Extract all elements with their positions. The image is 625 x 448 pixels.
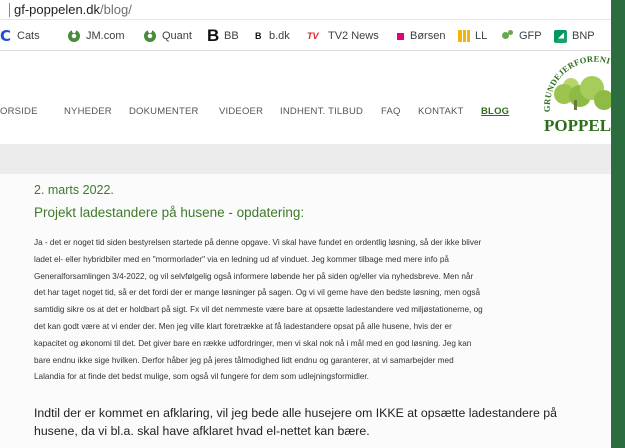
nav-forside[interactable]: ORSIDE [0,105,38,119]
site-logo[interactable]: GRUNDEJERFORENI POPPELEN [540,52,611,144]
logo-name: POPPELEN [544,116,611,135]
post-body-line: kapacitet og økonomi til det. Det giver … [34,338,472,348]
post-body-line: det kan godt være at vi ender der. Men j… [34,321,452,331]
bars-icon [458,30,470,42]
address-bar[interactable]: gf-poppelen.dk/blog/ [0,0,611,20]
bookmarks-bar: C Cats JM.com Quant B BB B b.dk TV TV2 N… [0,20,611,51]
header-divider-bar [0,144,611,174]
c-logo-icon: C [0,27,12,45]
nav-dokumenter[interactable]: DOKUMENTER [129,105,199,119]
url-text[interactable]: gf-poppelen.dk/blog/ [14,2,132,18]
post-body-line: Ja - det er noget tid siden bestyrelsen … [34,238,482,247]
bnp-icon [554,29,567,43]
bookmark-tv2[interactable]: TV TV2 News [307,28,379,44]
flower-icon [143,29,157,43]
bookmark-gfp[interactable]: GFP [500,28,542,44]
bookmark-borsen[interactable]: Børsen [394,28,445,44]
post-title: Projekt ladestandere på husene - opdater… [34,205,305,220]
post-body-line: Generalforsamlingen 3/4-2022, og vil sel… [34,271,474,281]
bookmark-cats[interactable]: C Cats [0,28,40,44]
bookmark-label: Cats [17,30,40,42]
square-icon [397,32,404,40]
bookmark-label: GFP [519,30,542,42]
site-header: ORSIDE NYHEDER DOKUMENTER VIDEOER INDHEN… [0,52,611,144]
bookmark-bdk[interactable]: B b.dk [255,28,290,44]
bookmark-quant[interactable]: Quant [143,28,192,44]
leaf-icon [500,29,514,43]
nav-blog[interactable]: BLOG [481,105,509,119]
b-logo-icon: B [207,26,220,45]
url-path: /blog/ [100,2,132,17]
bookmark-label: JM.com [86,30,125,42]
nav-videoer[interactable]: VIDEOER [219,105,263,119]
flower-icon [67,29,81,43]
bookmark-label: BB [224,30,239,42]
post-body-line: det har taget noget tid, så er det fordi… [34,288,481,298]
b-logo-icon: B [255,31,262,41]
bookmark-label: b.dk [269,30,290,42]
post-date: 2. marts 2022. [34,183,114,197]
tv2-icon: TV [307,31,319,41]
bookmark-bnp[interactable]: BNP [554,28,595,44]
post-body-line: Lalandia for at finde det bedst mulige, … [34,372,369,382]
nav-nyheder[interactable]: NYHEDER [64,105,112,119]
post-body-line: bare endnu ikke sige hvilken. Derfor håb… [34,355,454,365]
bookmark-label: Børsen [410,30,446,42]
bookmark-label: LL [475,30,488,42]
nav-kontakt[interactable]: KONTAKT [418,105,464,119]
bookmark-label: Quant [162,30,192,42]
post-body: Ja - det er noget tid siden bestyrelsen … [34,235,611,386]
post-body-line: samtidig sikre os at det er holdbart på … [34,305,483,315]
post-body-line: ladet el- eller hybridbiler med en "morm… [34,254,449,264]
url-domain: gf-poppelen.dk [14,2,101,17]
bookmark-jm[interactable]: JM.com [67,28,125,44]
bookmark-label: TV2 News [328,30,379,42]
bookmark-bb[interactable]: B BB [207,26,239,45]
post-notice: Indtil der er kommet en afklaring, vil j… [34,404,611,440]
url-separator [9,3,10,17]
bookmark-label: BNP [572,30,595,42]
nav-faq[interactable]: FAQ [381,105,401,119]
post-notice-line: Indtil der er kommet en afklaring, vil j… [34,406,557,420]
nav-indhent-tilbud[interactable]: INDHENT. TILBUD [280,105,363,119]
blog-content: 2. marts 2022. Projekt ladestandere på h… [0,174,611,448]
browser-window: gf-poppelen.dk/blog/ C Cats JM.com Quant… [0,0,611,448]
post-notice-line: husene, da vi bl.a. skal have afklaret h… [34,424,370,438]
bookmark-ll[interactable]: LL [458,28,487,44]
